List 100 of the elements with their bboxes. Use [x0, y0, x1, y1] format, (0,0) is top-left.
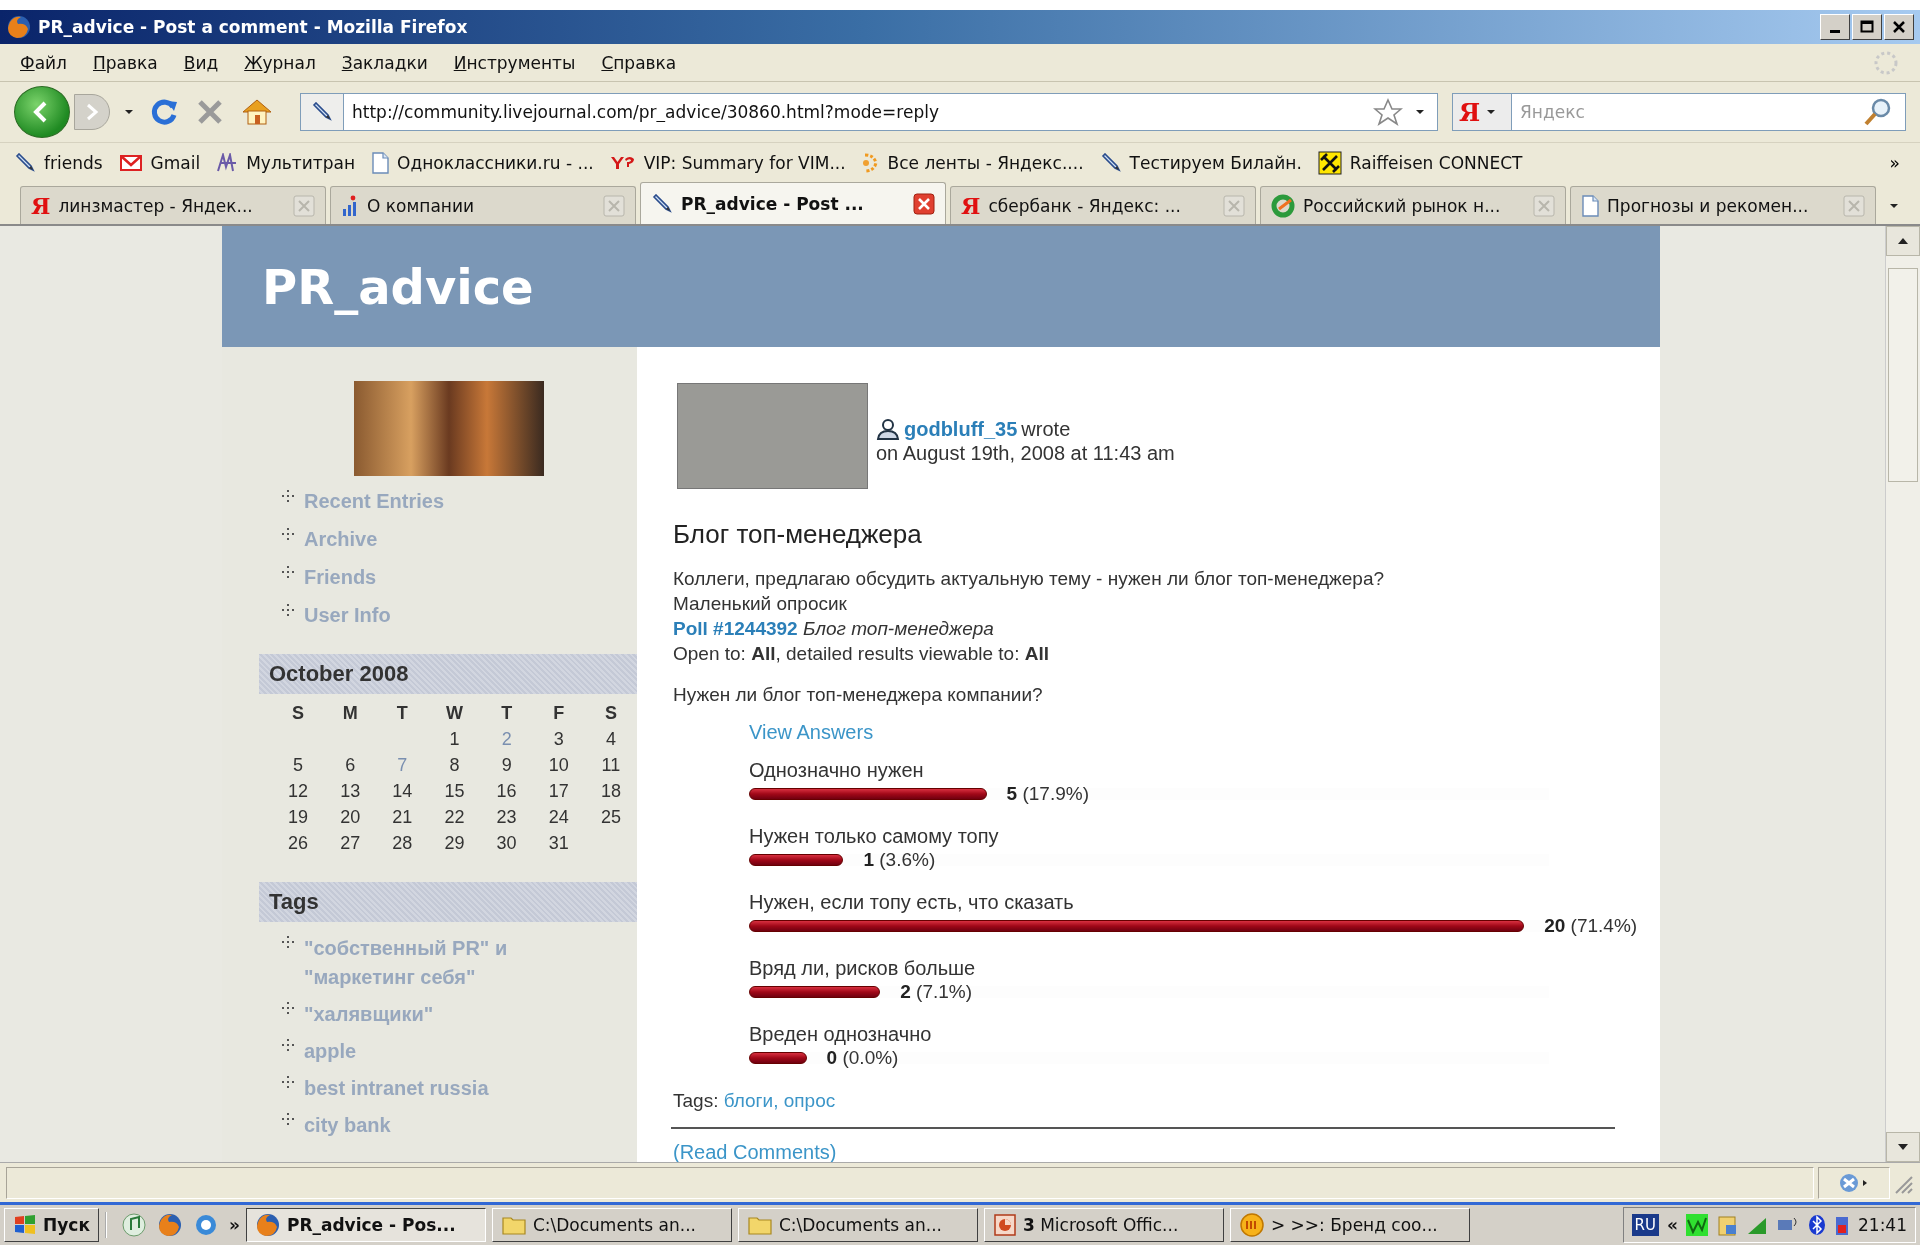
post-subject: Блог топ-менеджера — [673, 519, 923, 550]
scrollbar-thumb[interactable] — [1888, 268, 1918, 482]
minimize-button[interactable] — [1820, 14, 1850, 40]
weekday-label: T — [500, 701, 514, 725]
site-identity-button[interactable] — [300, 93, 344, 131]
poll-title: Блог топ-менеджера — [802, 618, 994, 639]
language-indicator[interactable]: RU — [1631, 1214, 1659, 1236]
author-link[interactable]: godbluff_35 — [904, 417, 1018, 441]
bookmark-link[interactable]: Raiffeisen CONNECT — [1349, 152, 1523, 173]
browser-tab[interactable]: PR_advice - Post ... — [640, 182, 947, 224]
taskbar-button[interactable]: > >>: Бренд соо... — [1229, 1208, 1470, 1242]
calendar-day: 8 — [428, 752, 481, 778]
bookmark-link[interactable]: Gmail — [150, 152, 201, 173]
menu-item[interactable]: Правка — [93, 52, 158, 73]
document-icon — [371, 151, 389, 174]
menu-item[interactable]: Инструменты — [453, 52, 576, 73]
maximize-button[interactable] — [1852, 14, 1882, 40]
more-quicklaunch-button[interactable]: » — [228, 1215, 240, 1235]
search-field[interactable]: Яндекс — [1512, 93, 1859, 131]
menu-item[interactable]: Вид — [183, 52, 219, 73]
task-label: PR_advice - Pos... — [286, 1215, 456, 1235]
home-button[interactable] — [240, 97, 274, 127]
search-engine-button[interactable]: Я — [1452, 93, 1512, 131]
engine-dropdown-icon[interactable] — [1486, 109, 1497, 115]
battery-tray-icon[interactable] — [1834, 1214, 1850, 1236]
poll-result-count: 2 (7.1%) — [900, 981, 973, 1003]
calendar-day: 16 — [480, 778, 533, 804]
calendar-day: 13 — [324, 778, 377, 804]
taskbar-button[interactable]: C:\Documents an... — [491, 1208, 732, 1242]
tab-favicon: Я — [961, 192, 981, 219]
taskbar-button[interactable]: PR_advice - Pos... — [245, 1208, 486, 1242]
calendar-day: 19 — [272, 804, 325, 830]
scroll-down-icon[interactable] — [1897, 1143, 1909, 1151]
bookmark-star-icon[interactable] — [1373, 98, 1403, 126]
bookmark-link[interactable]: Тестируем Билайн. — [1129, 152, 1302, 173]
history-dropdown-icon[interactable] — [124, 109, 134, 115]
task-label: C:\Documents an... — [532, 1215, 696, 1235]
menu-item[interactable]: Закладки — [341, 52, 428, 73]
more-bookmarks-button[interactable]: » — [1889, 152, 1900, 173]
bullet-icon — [280, 1039, 296, 1053]
bookmark-link[interactable]: Мультитран — [246, 152, 355, 173]
calendar-day: 5 — [272, 752, 325, 778]
back-button[interactable] — [14, 86, 70, 138]
poll-answer-label: Вряд ли, рисков больше — [749, 956, 977, 980]
calendar-day: 25 — [584, 804, 637, 830]
start-button[interactable]: Пуск — [4, 1208, 99, 1242]
scrollbar[interactable] — [1885, 226, 1920, 1162]
menu-item[interactable]: Журнал — [244, 52, 316, 73]
music-note-icon[interactable] — [120, 1212, 147, 1238]
bookmark-link[interactable]: friends — [44, 152, 103, 173]
bookmark-link[interactable]: Одноклассники.ru - ... — [397, 152, 594, 173]
folder-icon — [746, 1214, 773, 1236]
document-icon — [1581, 194, 1600, 217]
browser-tab[interactable]: Прогнозы и рекомен... — [1570, 186, 1877, 224]
caret-icon[interactable] — [1889, 203, 1900, 209]
poll-result-count: 0 (0.0%) — [826, 1047, 899, 1069]
poll-answer-label: Нужен, если топу есть, что сказать — [749, 890, 1075, 914]
chart-tray-icon[interactable] — [1686, 1214, 1708, 1236]
site-pencil-icon — [311, 102, 333, 122]
calendar-day: 21 — [376, 804, 429, 830]
taskbar-button[interactable]: 3 Microsoft Offic... — [983, 1208, 1224, 1242]
calendar-day: 28 — [376, 830, 429, 856]
weekday-label: F — [552, 701, 566, 725]
firefox-icon — [254, 1212, 281, 1238]
windows-logo-icon — [13, 1214, 37, 1236]
url-field[interactable]: http://community.livejournal.com/pr_advice/30860.html?mode=reply — [344, 93, 1369, 131]
browser-tab[interactable]: Российский рынок н... — [1260, 186, 1567, 224]
close-button[interactable] — [1884, 14, 1914, 40]
bookmark-link[interactable]: Все ленты - Яндекс.... — [887, 152, 1084, 173]
close-tab-icon[interactable] — [913, 192, 936, 215]
forward-button[interactable] — [74, 94, 110, 130]
close-icon — [1892, 20, 1906, 34]
calendar-day: 15 — [428, 778, 481, 804]
poll-question: Нужен ли блог топ-менеджера компании? — [673, 683, 1044, 707]
bookmark-link[interactable]: VIP: Summary for VIM... — [643, 152, 846, 173]
pencil-icon — [651, 193, 674, 214]
post-text: Коллеги, предлагаю обсудить актуальную тему - нужен ли блог топ-менеджера? — [673, 567, 1386, 591]
firefox-icon — [6, 14, 32, 40]
poll-link[interactable]: Poll #1244392 — [673, 618, 798, 639]
browser-tab[interactable]: Я линзмастер - Яндек... — [20, 186, 326, 224]
taskbar-button[interactable]: C:\Documents an... — [737, 1208, 978, 1242]
bullet-icon — [280, 566, 296, 580]
user-icon[interactable] — [876, 418, 900, 440]
tab-favicon: Я — [31, 192, 51, 219]
url-dropdown-icon[interactable] — [1415, 109, 1425, 115]
pencil-icon — [1099, 152, 1122, 173]
menu-item[interactable]: Файл — [20, 52, 67, 73]
menu-item[interactable]: Справка — [601, 52, 677, 73]
calendar-day: 11 — [584, 752, 637, 778]
browser-tab[interactable]: О компании — [330, 186, 637, 224]
search-icon[interactable] — [1863, 97, 1893, 127]
calendar-day: 4 — [584, 726, 637, 752]
clipboard-tray-icon[interactable] — [1716, 1214, 1738, 1236]
bluetooth-tray-icon[interactable] — [1808, 1214, 1826, 1236]
scroll-up-icon[interactable] — [1897, 237, 1909, 245]
show-hidden-icons-button[interactable]: « — [1667, 1215, 1678, 1235]
folder-icon — [500, 1214, 527, 1236]
browser-tab[interactable]: Я сбербанк - Яндекс: ... — [950, 186, 1257, 224]
presentation-icon — [992, 1213, 1017, 1237]
poll-answer-label: Вреден однозначно — [749, 1022, 933, 1046]
